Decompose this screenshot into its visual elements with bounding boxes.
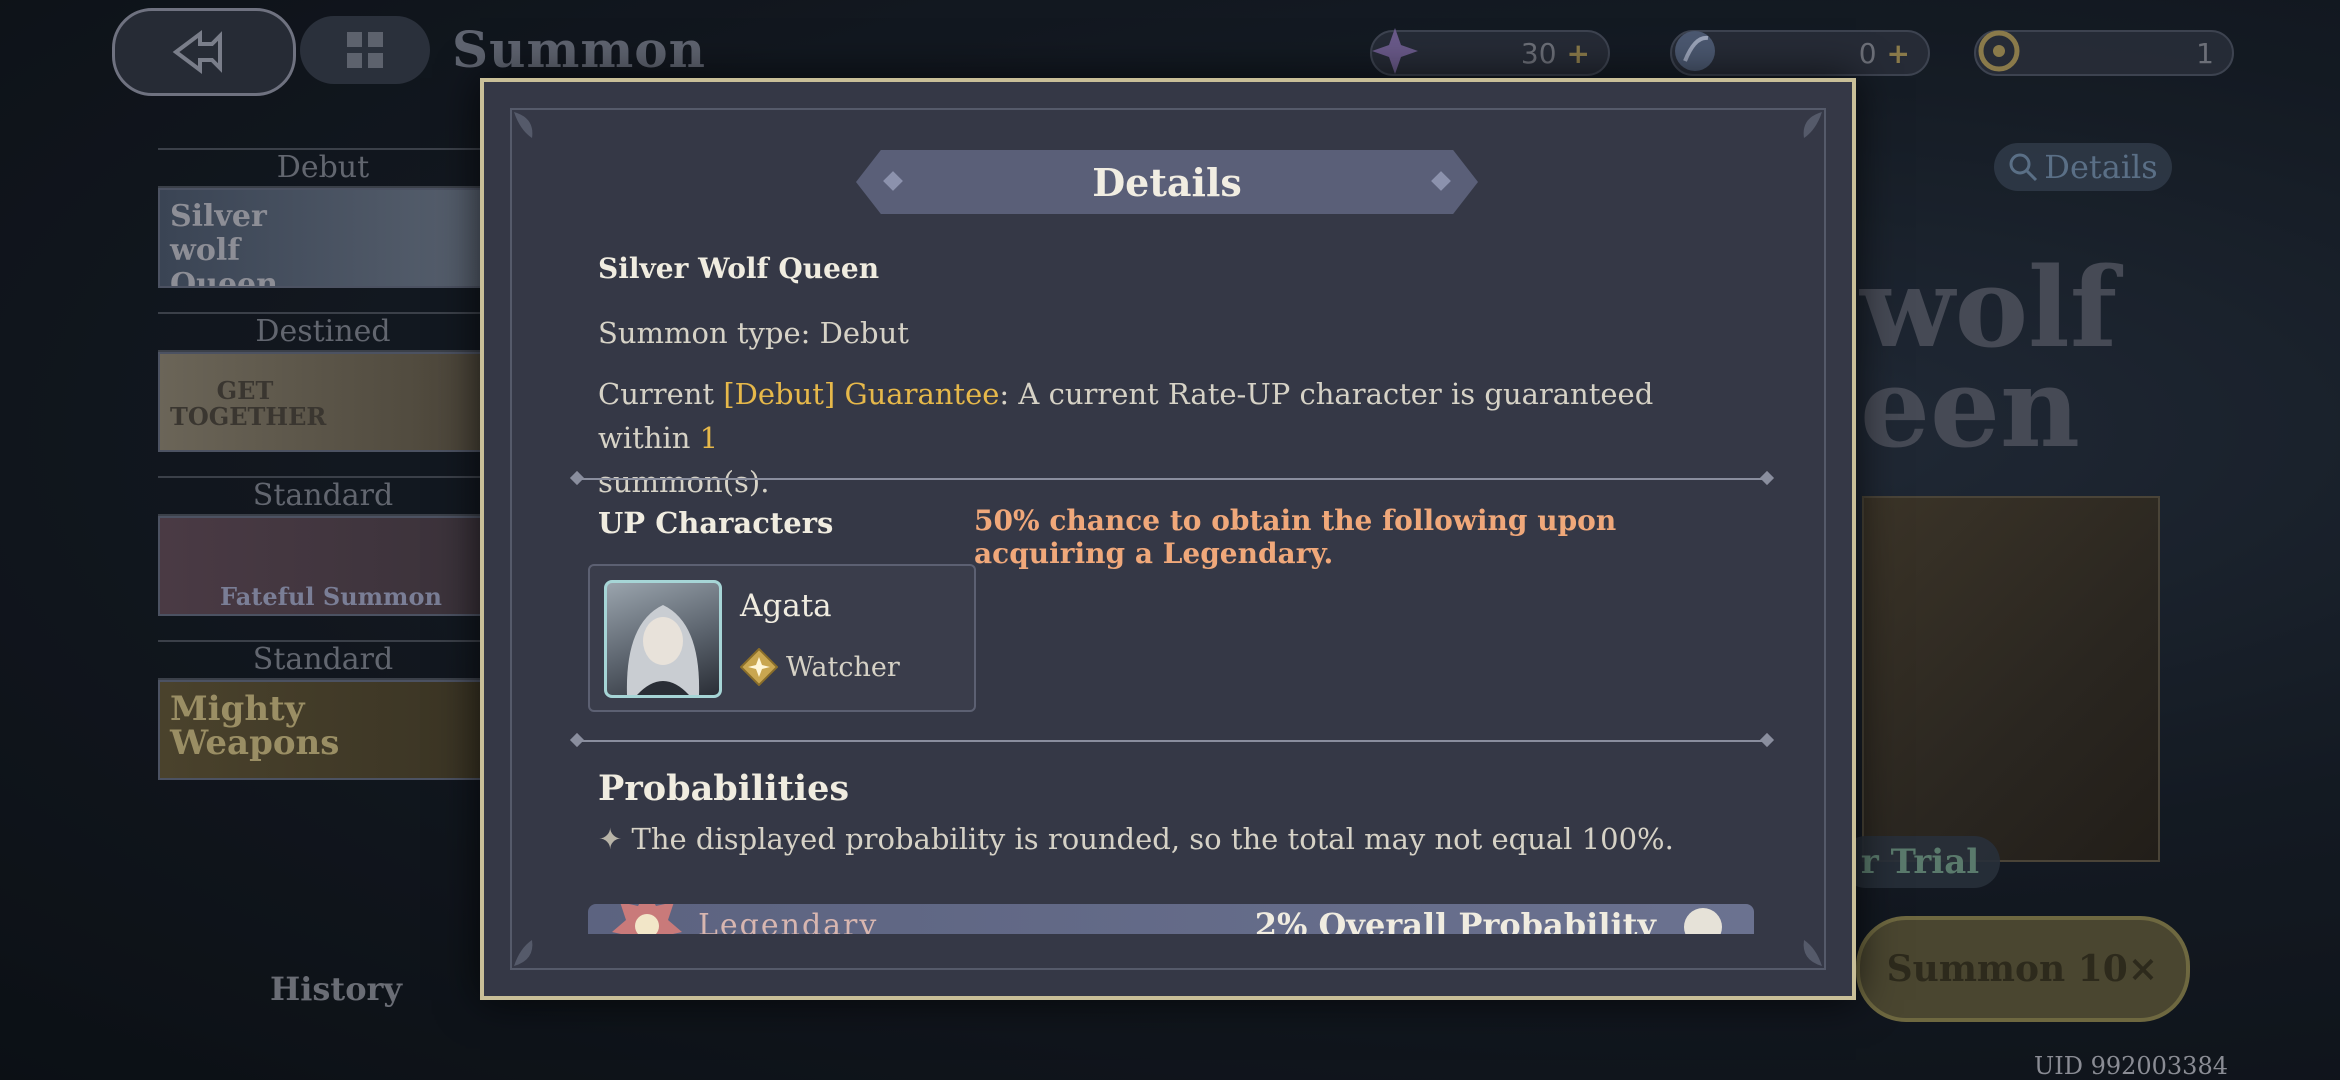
trial-button[interactable]: r Trial — [1840, 836, 2000, 888]
banner-card-silver-wolf[interactable]: Silver wolf Queen — [158, 188, 488, 288]
legendary-overall-probability: 2% Overall Probability — [1254, 906, 1656, 934]
details-link[interactable]: Details — [1994, 143, 2172, 191]
corner-ornament-icon — [514, 112, 533, 138]
currency-ticket[interactable]: 1 — [1974, 30, 2234, 76]
summon-10x-button[interactable]: Summon 10× — [1856, 916, 2190, 1022]
modal-header: Details — [856, 150, 1478, 214]
corner-ornament-icon — [1803, 940, 1822, 966]
user-id: UID 992003384 — [2033, 1052, 2228, 1080]
currency-feather-value: 0 — [1858, 36, 1877, 70]
banner-card-mighty-weapons[interactable]: Mighty Weapons — [158, 680, 488, 780]
guarantee-prefix: Current — [598, 377, 724, 411]
currency-crystal[interactable]: 30 + — [1370, 28, 1610, 76]
banner-card-fateful-summon[interactable]: Fateful Summon — [158, 516, 488, 616]
character-class-label: Watcher — [786, 651, 900, 683]
back-button[interactable] — [112, 8, 296, 96]
currency-ticket-value: 1 — [2196, 36, 2214, 70]
probabilities-title: Probabilities — [598, 768, 850, 809]
banner-title-background: wolf een — [1860, 243, 2118, 472]
banner-category-destined: Destined — [158, 312, 488, 352]
legendary-tier-label: Legendary — [698, 908, 879, 934]
header-diamond-icon — [883, 171, 903, 191]
guarantee-text: Current [Debut] Guarantee: A current Rat… — [598, 372, 1738, 504]
header-diamond-icon — [1431, 171, 1451, 191]
character-portrait — [604, 580, 722, 698]
section-divider — [576, 478, 1768, 480]
character-silhouette-icon — [626, 605, 700, 695]
probabilities-note: ✦ The displayed probability is rounded, … — [598, 822, 1674, 856]
page-title: Summon — [452, 20, 706, 79]
banner-name: Silver Wolf Queen — [598, 252, 880, 285]
corner-ornament-icon — [1803, 112, 1822, 138]
summon-10x-label: Summon 10× — [1886, 948, 2158, 990]
banner-card-get-together[interactable]: GET TOGETHER — [158, 352, 488, 452]
up-characters-note: 50% chance to obtain the following upon … — [974, 504, 1617, 570]
details-modal: Details Silver Wolf Queen Summon type: D… — [480, 78, 1856, 1000]
currency-feather[interactable]: 0 + — [1670, 30, 1930, 76]
sparkle-icon: ✦ — [598, 822, 632, 856]
star-crystal-icon — [1364, 20, 1426, 82]
watcher-class-icon — [740, 648, 778, 686]
home-button[interactable] — [300, 16, 430, 84]
ticket-icon — [1968, 20, 2030, 82]
currency-feather-add-button[interactable]: + — [1887, 37, 1910, 70]
guarantee-count: 1 — [699, 421, 719, 455]
legendary-tier-row[interactable]: Legendary 2% Overall Probability — [588, 904, 1754, 934]
banner-card-label: Mighty Weapons — [170, 689, 340, 763]
banner-category-debut: Debut — [158, 148, 488, 188]
currency-crystal-value: 30 — [1520, 36, 1557, 70]
home-grid-icon — [347, 32, 383, 68]
magnifier-icon — [2009, 153, 2038, 182]
banner-card-label: Fateful Summon — [220, 582, 442, 611]
character-class: Watcher — [740, 648, 900, 686]
summon-type: Summon type: Debut — [598, 316, 909, 350]
legendary-crest-icon — [612, 904, 682, 934]
up-characters-title: UP Characters — [598, 506, 834, 540]
modal-title: Details — [1092, 159, 1242, 205]
banner-category-standard: Standard — [158, 476, 488, 516]
character-card-agata[interactable]: Agata Watcher — [588, 564, 976, 712]
chevron-down-icon[interactable] — [1684, 908, 1722, 934]
guarantee-suffix: summon(s). — [598, 465, 770, 499]
feather-orb-icon — [1664, 20, 1726, 82]
character-name: Agata — [740, 588, 832, 624]
corner-ornament-icon — [514, 940, 533, 966]
probabilities-note-text: The displayed probability is rounded, so… — [631, 822, 1674, 856]
banner-card-label: Silver wolf Queen — [170, 199, 278, 288]
banner-card-label: GET TOGETHER — [170, 376, 327, 431]
section-divider — [576, 740, 1768, 742]
banner-category-standard-2: Standard — [158, 640, 488, 680]
currency-crystal-add-button[interactable]: + — [1567, 37, 1590, 70]
guarantee-highlight: [Debut] Guarantee — [723, 377, 1000, 411]
back-arrow-icon — [172, 30, 222, 74]
character-preview-image — [1862, 496, 2160, 862]
history-tab[interactable]: History — [270, 970, 402, 1008]
details-link-label: Details — [2044, 148, 2158, 186]
